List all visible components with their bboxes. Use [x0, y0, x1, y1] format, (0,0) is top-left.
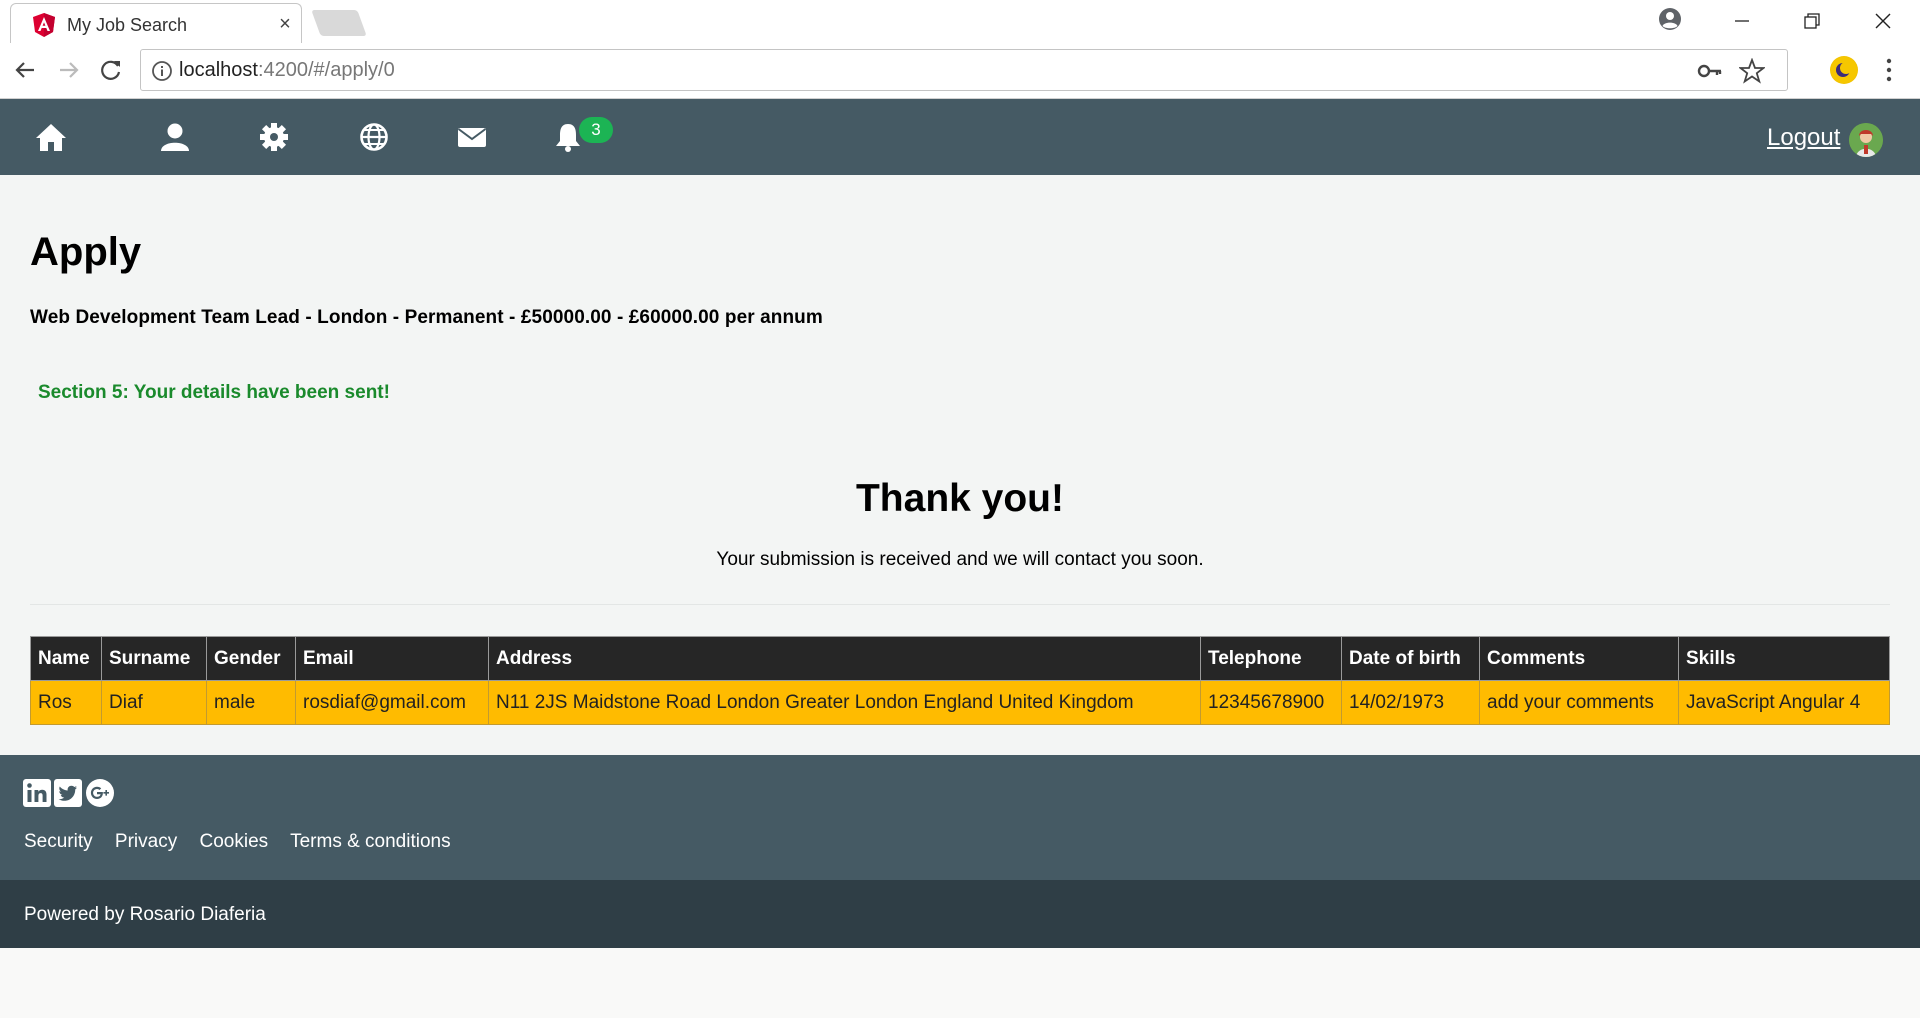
column-header: Surname: [101, 636, 207, 681]
close-window-icon[interactable]: [1868, 6, 1898, 36]
key-icon[interactable]: [1697, 59, 1723, 83]
app-navbar: [0, 99, 1920, 175]
job-summary: Web Development Team Lead - London - Per…: [30, 307, 823, 328]
cell-date-of-birth: 14/02/1973: [1341, 680, 1480, 725]
table-header-row: Name Surname Gender Email Address Teleph…: [30, 636, 1890, 681]
cell-address: N11 2JS Maidstone Road London Greater Lo…: [488, 680, 1201, 725]
column-header: Telephone: [1200, 636, 1342, 681]
column-header: Date of birth: [1341, 636, 1480, 681]
profile-icon[interactable]: [1658, 7, 1682, 31]
section-status-message: Section 5: Your details have been sent!: [38, 382, 390, 403]
footer-links: Security Privacy Cookies Terms & conditi…: [24, 831, 468, 853]
angular-icon: [33, 13, 55, 37]
page-title: Apply: [30, 230, 142, 274]
divider: [30, 604, 1890, 605]
column-header: Skills: [1678, 636, 1890, 681]
cell-surname: Diaf: [101, 680, 207, 725]
cell-gender: male: [206, 680, 296, 725]
cell-email: rosdiaf@gmail.com: [295, 680, 489, 725]
google-plus-icon[interactable]: [86, 779, 114, 807]
restore-icon[interactable]: [1797, 6, 1827, 36]
url-text[interactable]: localhost:4200/#/apply/0: [179, 59, 395, 82]
user-avatar[interactable]: [1849, 123, 1883, 157]
home-icon[interactable]: [34, 121, 68, 153]
table-row: Ros Diaf male rosdiaf@gmail.com N11 2JS …: [30, 680, 1890, 725]
envelope-icon[interactable]: [455, 121, 489, 153]
footer-link-security[interactable]: Security: [24, 831, 93, 852]
cell-name: Ros: [30, 680, 102, 725]
linkedin-icon[interactable]: [23, 779, 51, 807]
minimize-icon[interactable]: [1727, 6, 1757, 36]
footer-credits: Powered by Rosario Diaferia: [0, 880, 1920, 948]
column-header: Email: [295, 636, 489, 681]
thank-you-message: Your submission is received and we will …: [716, 549, 1204, 570]
column-header: Name: [30, 636, 102, 681]
logout-link[interactable]: Logout: [1767, 124, 1840, 152]
submission-table: Name Surname Gender Email Address Teleph…: [30, 636, 1890, 725]
footer: Security Privacy Cookies Terms & conditi…: [0, 755, 1920, 880]
footer-link-privacy[interactable]: Privacy: [115, 831, 177, 852]
tab-close-button[interactable]: ×: [275, 12, 295, 36]
footer-link-cookies[interactable]: Cookies: [200, 831, 269, 852]
main-content: Apply Web Development Team Lead - London…: [0, 175, 1920, 755]
powered-by-text: Powered by Rosario Diaferia: [24, 904, 266, 925]
notification-badge[interactable]: 3: [579, 117, 613, 143]
tab-title: My Job Search: [67, 15, 188, 35]
star-icon[interactable]: [1739, 58, 1765, 84]
user-icon[interactable]: [158, 121, 192, 153]
back-arrow-icon[interactable]: [10, 55, 40, 85]
footer-link-terms[interactable]: Terms & conditions: [290, 831, 451, 852]
cell-telephone: 12345678900: [1200, 680, 1342, 725]
forward-arrow-icon[interactable]: [54, 55, 84, 85]
address-bar[interactable]: localhost:4200/#/apply/0: [140, 49, 1788, 91]
cell-skills: JavaScript Angular 4: [1678, 680, 1890, 725]
reload-icon[interactable]: [96, 55, 126, 85]
extension-moon-icon[interactable]: [1830, 56, 1858, 84]
browser-toolbar: localhost:4200/#/apply/0: [0, 43, 1920, 99]
browser-menu-icon[interactable]: [1885, 57, 1893, 83]
cell-comments: add your comments: [1479, 680, 1679, 725]
thank-you-heading: Thank you!: [855, 477, 1064, 520]
column-header: Gender: [206, 636, 296, 681]
page-bottom: [0, 948, 1920, 1018]
column-header: Address: [488, 636, 1201, 681]
browser-tab[interactable]: My Job Search ×: [10, 3, 302, 44]
globe-icon[interactable]: [357, 121, 391, 153]
gear-icon[interactable]: [257, 121, 291, 153]
new-tab-button[interactable]: [311, 10, 367, 36]
twitter-icon[interactable]: [54, 779, 82, 807]
column-header: Comments: [1479, 636, 1679, 681]
browser-tab-strip: My Job Search ×: [0, 0, 1920, 44]
info-icon[interactable]: [151, 60, 173, 82]
